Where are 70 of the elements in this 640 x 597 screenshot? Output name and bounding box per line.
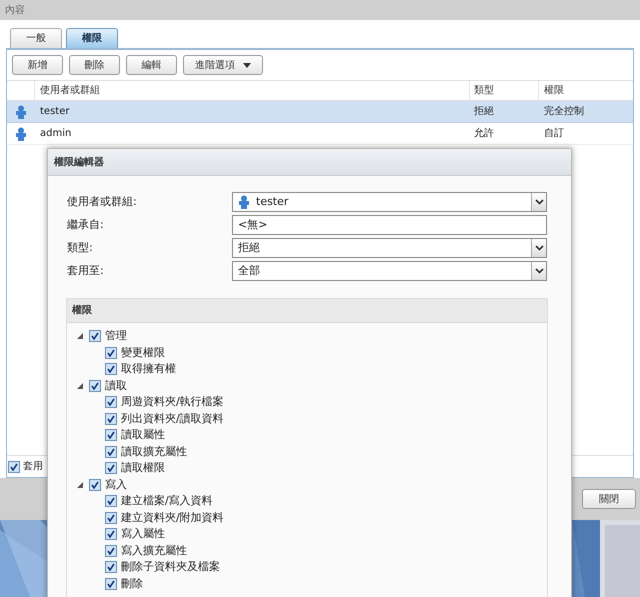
- window-title: 內容: [5, 4, 25, 18]
- permission-label: 讀取屬性: [121, 427, 165, 443]
- text-field[interactable]: <無>: [232, 215, 547, 235]
- checkbox[interactable]: [105, 578, 117, 590]
- table-cell-text: 允許: [473, 126, 495, 141]
- permission-label: 建立資料夾/附加資料: [121, 510, 224, 526]
- checkbox[interactable]: [105, 561, 117, 574]
- checkbox[interactable]: [105, 512, 117, 524]
- permission-label: 讀取擴充屬性: [121, 444, 187, 460]
- table-cell-text: 自訂: [543, 126, 564, 141]
- checkbox[interactable]: [105, 412, 117, 425]
- panel-title: 權限: [72, 304, 92, 318]
- permission-label: 變更權限: [121, 344, 165, 360]
- toolbar-button[interactable]: 刪除: [69, 55, 120, 75]
- table-cell-text: 拒絕: [473, 104, 495, 119]
- close-button[interactable]: 關閉: [582, 489, 636, 509]
- checkbox[interactable]: [105, 446, 117, 458]
- permission-label: 寫入屬性: [121, 526, 165, 542]
- checkbox[interactable]: [89, 380, 101, 392]
- dialog-title: 權限編輯器: [54, 156, 104, 170]
- collapse-icon[interactable]: [77, 333, 83, 340]
- toolbar-button[interactable]: 編輯: [126, 55, 177, 75]
- field-label: 繼承自:: [67, 216, 105, 233]
- permission-label: 列出資料夾/讀取資料: [121, 410, 224, 426]
- chevron-down-icon: [534, 245, 544, 251]
- table-cell-text: tester: [39, 105, 70, 119]
- table-cell-text: admin: [39, 127, 72, 141]
- permission-label: 寫入: [105, 476, 127, 492]
- select-field[interactable]: tester: [232, 192, 547, 212]
- dropdown-button[interactable]: 進階選項: [183, 55, 263, 75]
- table-cell-text: 完全控制: [543, 104, 584, 119]
- permission-label: 建立檔案/寫入資料: [121, 493, 213, 509]
- caret-icon: [243, 62, 251, 68]
- checkbox[interactable]: [105, 528, 117, 540]
- permission-label: 刪除: [121, 576, 143, 592]
- checkbox[interactable]: [105, 544, 117, 557]
- column-header[interactable]: 權限: [539, 80, 564, 100]
- permission-label: 刪除子資料夾及檔案: [121, 559, 220, 575]
- checkbox[interactable]: [89, 478, 101, 491]
- tab[interactable]: 一般: [10, 28, 62, 48]
- checkbox[interactable]: [89, 330, 101, 342]
- field-label: 套用至:: [67, 262, 105, 279]
- checkbox[interactable]: [105, 396, 117, 408]
- permission-label: 寫入擴充屬性: [121, 542, 187, 558]
- field-label: 使用者或群組:: [67, 194, 138, 210]
- checkbox[interactable]: [105, 346, 117, 359]
- select-field[interactable]: 拒絕: [232, 238, 547, 258]
- permission-label: 周遊資料夾/執行檔案: [121, 394, 224, 410]
- chevron-down-icon: [534, 199, 544, 205]
- checkbox[interactable]: [105, 495, 117, 508]
- table-row[interactable]: tester 拒絕 完全控制: [7, 101, 633, 123]
- checkbox[interactable]: [105, 462, 117, 474]
- checkbox[interactable]: [8, 460, 20, 472]
- checkbox[interactable]: [105, 363, 117, 376]
- toolbar-button[interactable]: 新增: [12, 55, 63, 75]
- chevron-down-icon: [534, 268, 544, 274]
- user-icon: [15, 126, 27, 140]
- checkbox[interactable]: [105, 429, 117, 442]
- permission-label: 讀取: [105, 378, 127, 394]
- permission-label: 管理: [105, 328, 127, 344]
- collapse-icon[interactable]: [77, 482, 83, 488]
- permission-label: 讀取權限: [121, 460, 165, 476]
- user-icon: [238, 195, 250, 209]
- select-field[interactable]: 全部: [232, 261, 547, 281]
- tab[interactable]: 權限: [66, 28, 118, 48]
- collapse-icon[interactable]: [77, 382, 83, 389]
- user-icon: [15, 104, 27, 118]
- field-label: 類型:: [67, 240, 94, 256]
- permission-label: 取得擁有權: [121, 361, 176, 377]
- checkbox-label: 套用: [23, 460, 43, 474]
